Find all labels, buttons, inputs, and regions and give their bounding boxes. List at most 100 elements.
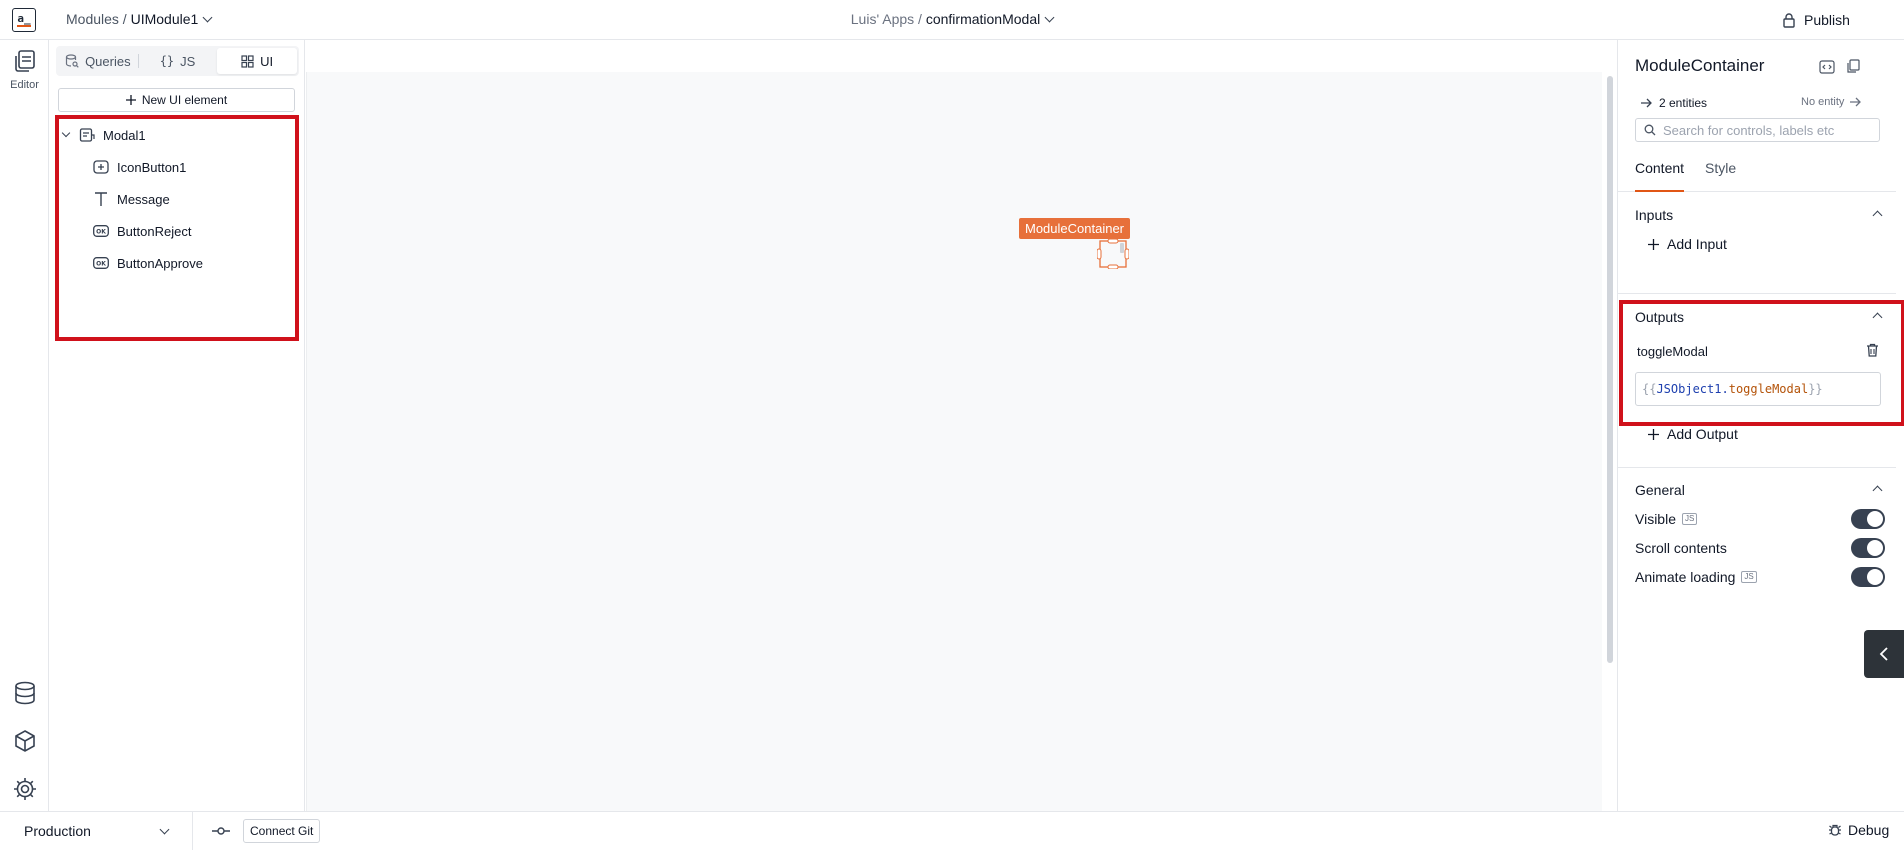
chevron-down-icon[interactable] bbox=[202, 12, 213, 23]
code-object: JSObject1 bbox=[1656, 382, 1722, 396]
plus-icon bbox=[1648, 428, 1659, 440]
collapse-panel-button[interactable] bbox=[1864, 630, 1904, 678]
app-title: Luis' Apps / confirmationModal bbox=[0, 11, 1904, 27]
git-commit-icon bbox=[212, 827, 230, 835]
tab-queries[interactable]: Queries bbox=[58, 48, 138, 74]
properties-title[interactable]: ModuleContainer bbox=[1635, 56, 1764, 76]
explorer-tabs: Queries {} JS UI bbox=[56, 46, 299, 76]
outputs-section-header[interactable]: Outputs bbox=[1635, 309, 1885, 325]
icon-button-icon bbox=[93, 160, 109, 174]
module-container-widget[interactable] bbox=[1097, 239, 1129, 269]
canvas-area[interactable] bbox=[306, 72, 1602, 811]
js-toggle-badge[interactable]: JS bbox=[1741, 571, 1757, 583]
top-bar: a_ Modules / UIModule1 Luis' Apps / conf… bbox=[0, 0, 1904, 40]
scroll-contents-toggle[interactable] bbox=[1851, 538, 1885, 558]
copy-icon[interactable] bbox=[1846, 59, 1860, 74]
inputs-section-header[interactable]: Inputs bbox=[1635, 207, 1885, 223]
tree-item-buttonapprove[interactable]: OK ButtonApprove bbox=[93, 249, 203, 277]
chevron-down-icon bbox=[159, 824, 170, 835]
divider bbox=[1618, 467, 1896, 468]
visible-row: Visible JS bbox=[1635, 509, 1885, 529]
bug-icon bbox=[1829, 824, 1841, 836]
tab-js-label: JS bbox=[180, 53, 196, 69]
visible-label: Visible bbox=[1635, 511, 1676, 527]
publish-button[interactable]: Publish bbox=[1770, 6, 1862, 34]
svg-text:OK: OK bbox=[96, 229, 106, 236]
module-container-label[interactable]: ModuleContainer bbox=[1019, 218, 1131, 239]
pages-icon bbox=[14, 50, 35, 72]
debug-button[interactable]: Debug bbox=[1828, 822, 1889, 838]
general-heading: General bbox=[1635, 482, 1685, 498]
widget-tree-highlight: Modal1 IconButton1 Message OK ButtonReje… bbox=[55, 115, 299, 341]
js-toggle-badge[interactable]: JS bbox=[1682, 513, 1698, 525]
explorer-panel: Queries {} JS UI New UI element Modal1 I… bbox=[50, 40, 305, 811]
app-title-current[interactable]: confirmationModal bbox=[926, 11, 1040, 27]
app-title-prefix[interactable]: Luis' Apps / bbox=[851, 11, 926, 27]
chevron-down-icon[interactable] bbox=[61, 128, 71, 138]
canvas-scrollbar[interactable] bbox=[1607, 76, 1613, 663]
plus-icon bbox=[1648, 238, 1659, 250]
general-section-header[interactable]: General bbox=[1635, 482, 1885, 498]
search-input[interactable] bbox=[1663, 122, 1863, 138]
tree-item-label: Modal1 bbox=[103, 127, 146, 143]
rail-editor-label: Editor bbox=[10, 79, 39, 91]
divider bbox=[1618, 293, 1896, 294]
connect-git-button[interactable]: Connect Git bbox=[243, 819, 321, 843]
package-icon[interactable] bbox=[12, 728, 38, 754]
chevron-up-icon[interactable] bbox=[1872, 210, 1883, 221]
entities-right-label: No entity bbox=[1801, 96, 1845, 108]
tree-item-label: Message bbox=[117, 191, 170, 207]
rail-editor-button[interactable]: Editor bbox=[4, 48, 45, 100]
entities-link[interactable]: 2 entities bbox=[1641, 96, 1707, 110]
chevron-up-icon[interactable] bbox=[1872, 485, 1883, 496]
scroll-contents-row: Scroll contents bbox=[1635, 538, 1885, 558]
embed-icon[interactable] bbox=[1819, 60, 1835, 74]
left-rail: Editor bbox=[0, 40, 49, 811]
add-input-button[interactable]: Add Input bbox=[1648, 236, 1727, 252]
chevron-down-icon[interactable] bbox=[1044, 12, 1055, 23]
no-entity-link[interactable]: No entity bbox=[1801, 96, 1862, 108]
tab-queries-label: Queries bbox=[85, 53, 131, 69]
tab-js[interactable]: {} JS bbox=[137, 48, 218, 74]
code-dot: . bbox=[1721, 382, 1729, 396]
tree-item-buttonreject[interactable]: OK ButtonReject bbox=[93, 217, 191, 245]
outputs-heading: Outputs bbox=[1635, 309, 1685, 325]
breadcrumb-current[interactable]: UIModule1 bbox=[131, 11, 199, 27]
tree-item-modal1[interactable]: Modal1 bbox=[61, 121, 146, 149]
scroll-contents-label: Scroll contents bbox=[1635, 540, 1727, 556]
debug-label: Debug bbox=[1848, 822, 1890, 838]
entities-left-label: 2 entities bbox=[1659, 96, 1708, 110]
code-open-braces: {{ bbox=[1642, 382, 1657, 396]
tab-ui[interactable]: UI bbox=[217, 48, 298, 74]
code-close-braces: }} bbox=[1808, 382, 1823, 396]
lock-icon bbox=[1783, 13, 1795, 28]
app-logo[interactable]: a_ bbox=[12, 8, 36, 32]
output-value-field[interactable]: {{JSObject1.toggleModal}} bbox=[1635, 372, 1881, 406]
animate-loading-label: Animate loading bbox=[1635, 569, 1736, 585]
gear-icon[interactable] bbox=[12, 776, 38, 802]
add-output-button[interactable]: Add Output bbox=[1648, 426, 1738, 442]
tab-style[interactable]: Style bbox=[1705, 152, 1736, 192]
tree-item-message[interactable]: Message bbox=[93, 185, 170, 213]
code-key: toggleModal bbox=[1728, 382, 1809, 396]
output-name[interactable]: toggleModal bbox=[1637, 344, 1708, 359]
chevron-up-icon[interactable] bbox=[1872, 312, 1883, 323]
button-icon: OK bbox=[93, 257, 109, 269]
add-input-label: Add Input bbox=[1667, 236, 1727, 252]
plus-icon bbox=[125, 95, 136, 105]
animate-loading-toggle[interactable] bbox=[1851, 567, 1885, 587]
visible-toggle[interactable] bbox=[1851, 509, 1885, 529]
tab-content[interactable]: Content bbox=[1635, 152, 1685, 192]
trash-icon[interactable] bbox=[1866, 343, 1879, 357]
tree-item-iconbutton1[interactable]: IconButton1 bbox=[93, 153, 186, 181]
animate-loading-row: Animate loading JS bbox=[1635, 567, 1885, 587]
environment-select[interactable]: Production bbox=[0, 812, 193, 850]
arrow-right-icon bbox=[1641, 98, 1652, 108]
database-icon[interactable] bbox=[12, 680, 38, 706]
chevron-left-icon bbox=[1879, 647, 1888, 661]
search-icon bbox=[1644, 124, 1656, 136]
svg-text:OK: OK bbox=[96, 261, 106, 268]
breadcrumb-prefix[interactable]: Modules / bbox=[66, 11, 131, 27]
new-ui-element-button[interactable]: New UI element bbox=[58, 88, 295, 112]
modal-icon bbox=[79, 128, 95, 142]
